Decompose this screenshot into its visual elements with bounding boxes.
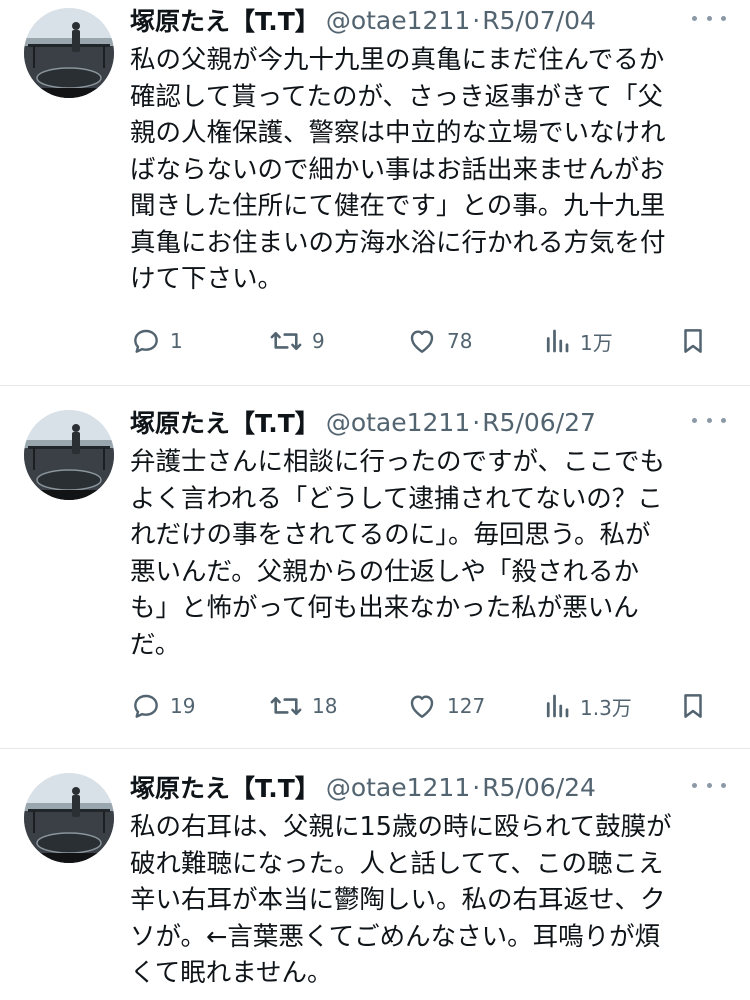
avatar[interactable] <box>24 773 114 863</box>
analytics-icon <box>546 694 569 718</box>
retweet-icon <box>270 696 302 715</box>
reply-icon <box>134 329 158 353</box>
avatar-photo-icon <box>24 8 114 98</box>
retweet-count: 9 <box>312 329 325 353</box>
user-handle[interactable]: @otae1211 <box>326 6 470 35</box>
display-name[interactable]: 塚原たえ【T.T】 <box>130 2 320 38</box>
display-name[interactable]: 塚原たえ【T.T】 <box>130 769 320 805</box>
tweet-text-line: けて下さい。 <box>130 264 284 294</box>
separator-dot: · <box>472 772 481 802</box>
avatar-photo-icon <box>24 410 114 500</box>
retweet-count: 18 <box>312 694 338 718</box>
more-options-icon[interactable] <box>692 6 726 30</box>
tweet-text-line: も」と怖がって何も出来なかった私が悪いん <box>130 593 639 623</box>
separator-dot: · <box>472 5 481 35</box>
more-options-icon[interactable] <box>692 773 726 797</box>
tweet[interactable]: 塚原たえ【T.T】 @otae1211 · R5/06/27 弁護士さんに相談に… <box>0 386 750 748</box>
retweet-button[interactable]: 18 <box>268 686 337 726</box>
tweet-text: 弁護士さんに相談に行ったのですが、ここでも よく言われる「どうして逮捕されてない… <box>130 444 730 663</box>
retweet-button[interactable]: 9 <box>268 321 325 361</box>
avatar[interactable] <box>24 410 114 500</box>
tweet-text-line: ソが。←言葉悪くてごめんなさい。耳鳴りが煩 <box>130 921 661 952</box>
tweet-text-line: 真亀にお住まいの方海水浴に行かれる方気を付 <box>130 227 666 258</box>
reply-button[interactable]: 19 <box>130 686 195 726</box>
tweet-text-line: 聞きした住所にて健在です」との事。九十九里 <box>130 191 666 221</box>
tweet-text-line: ばならないので細かい事はお話出来ませんがお <box>130 154 665 185</box>
retweet-icon <box>270 332 302 350</box>
user-handle[interactable]: @otae1211 <box>326 408 470 437</box>
tweet-text: 私の右耳は、父親に15歳の時に殴られて鼓膜が 破れ難聴になった。人と話してて、こ… <box>130 809 730 992</box>
views-button[interactable]: 1.3万 <box>542 686 632 726</box>
tweet-date[interactable]: R5/07/04 <box>482 6 596 35</box>
tweet-actions: 1 9 78 1万 <box>130 321 720 361</box>
avatar-photo-icon <box>24 773 114 863</box>
tweet-text-line: だ。 <box>130 629 181 660</box>
tweet-text-line: 確認して貰ってたのが、さっき返事がきて「父 <box>130 81 663 112</box>
tweet[interactable]: 塚原たえ【T.T】 @otae1211 · R5/07/04 私の父親が今九十九… <box>0 0 750 385</box>
heart-icon <box>410 330 434 353</box>
tweet-header: 塚原たえ【T.T】 @otae1211 · R5/07/04 <box>130 0 730 40</box>
tweet-text: 私の父親が今九十九里の真亀にまだ住んでるか 確認して貰ってたのが、さっき返事がき… <box>130 42 730 298</box>
user-handle[interactable]: @otae1211 <box>326 773 470 802</box>
tweet-text-line: 私の右耳は、父親に15歳の時に殴られて鼓膜が <box>130 812 672 842</box>
tweet-date[interactable]: R5/06/24 <box>482 773 596 802</box>
display-name[interactable]: 塚原たえ【T.T】 <box>130 404 320 440</box>
view-count: 1万 <box>580 330 613 355</box>
reply-count: 19 <box>170 694 196 718</box>
analytics-icon <box>546 329 569 353</box>
reply-button[interactable]: 1 <box>130 321 183 361</box>
bookmark-button[interactable] <box>678 321 708 361</box>
more-options-icon[interactable] <box>692 408 726 432</box>
tweet-header: 塚原たえ【T.T】 @otae1211 · R5/06/24 <box>130 767 730 807</box>
tweet-text-line: くて眠れません。 <box>130 958 333 988</box>
bookmark-icon <box>684 694 702 718</box>
tweet-text-line: よく言われる「どうして逮捕されてないの？こ <box>130 483 663 514</box>
bookmark-icon <box>684 329 702 353</box>
like-button[interactable]: 78 <box>405 321 472 361</box>
heart-icon <box>410 695 434 718</box>
tweet-text-line: 弁護士さんに相談に行ったのですが、ここでも <box>130 447 665 477</box>
avatar[interactable] <box>24 8 114 98</box>
like-count: 78 <box>447 329 473 353</box>
reply-count: 1 <box>170 329 183 353</box>
tweet-text-line: 悪いんだ。父親からの仕返しや「殺されるか <box>130 556 639 587</box>
tweet-text-line: 辛い右耳が本当に鬱陶しい。私の右耳返せ、ク <box>130 885 666 915</box>
tweet-actions: 19 18 127 1.3万 <box>130 686 720 726</box>
views-button[interactable]: 1万 <box>542 321 613 361</box>
bookmark-button[interactable] <box>678 686 708 726</box>
tweet-text-line: 破れ難聴になった。人と話してて、この聴こえ <box>130 848 664 879</box>
tweet-text-line: 親の人権保護、警察は中立的な立場でいなけれ <box>130 118 666 148</box>
tweet[interactable]: 塚原たえ【T.T】 @otae1211 · R5/06/24 私の右耳は、父親に… <box>0 749 750 1000</box>
tweet-date[interactable]: R5/06/27 <box>482 408 596 437</box>
like-count: 127 <box>447 694 486 718</box>
tweet-text-line: 私の父親が今九十九里の真亀にまだ住んでるか <box>130 45 665 75</box>
reply-icon <box>134 694 158 718</box>
tweet-header: 塚原たえ【T.T】 @otae1211 · R5/06/27 <box>130 402 730 442</box>
like-button[interactable]: 127 <box>405 686 485 726</box>
separator-dot: · <box>472 407 481 437</box>
view-count: 1.3万 <box>580 695 632 720</box>
tweet-text-line: れだけの事をされてるのに」。毎回思う。私が <box>130 520 651 550</box>
